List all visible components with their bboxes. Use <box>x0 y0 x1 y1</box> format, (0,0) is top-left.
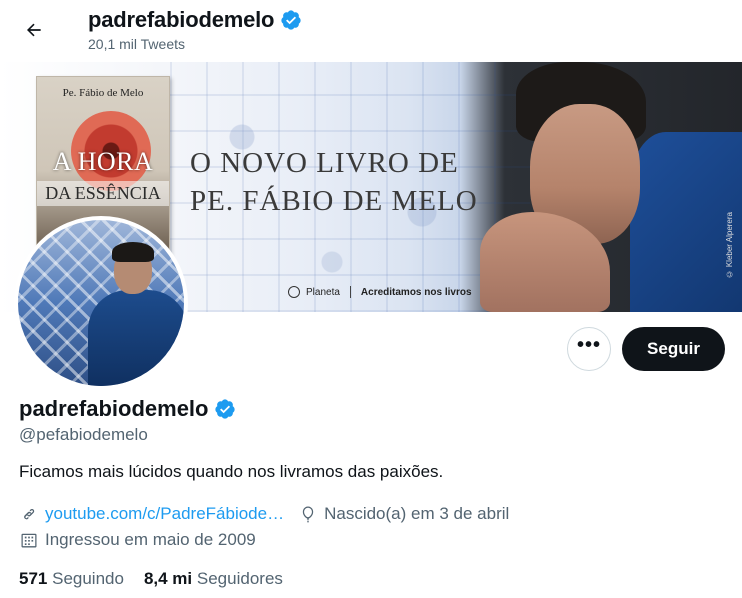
joined-row: Ingressou em maio de 2009 <box>19 530 270 550</box>
follow-counts: 571 Seguindo 8,4 mi Seguidores <box>19 569 303 589</box>
following-count: 571 <box>19 569 48 588</box>
book-subtitle: DA ESSÊNCIA <box>37 181 169 206</box>
profile-bio: Ficamos mais lúcidos quando nos livramos… <box>19 462 444 481</box>
banner-headline-line1: O NOVO LIVRO DE <box>190 147 459 179</box>
book-author: Pe. Fábio de Melo <box>62 87 144 99</box>
avatar-body <box>88 290 184 386</box>
publisher-logo: Planeta Acreditamos nos livros <box>288 286 472 298</box>
birthday-item: Nascido(a) em 3 de abril <box>298 504 509 524</box>
balloon-icon <box>302 506 314 523</box>
banner-headline: O NOVO LIVRO DE PE. FÁBIO DE MELO <box>190 144 478 220</box>
verified-badge-icon <box>281 10 301 30</box>
photo-credit: © Kleber Alperera <box>725 212 734 279</box>
header-title-row: padrefabiodemelo <box>88 7 302 33</box>
globe-icon <box>288 286 300 298</box>
profile-meta-row: youtube.com/c/PadreFábiode… Nascido(a) e… <box>19 504 523 524</box>
tweets-count: 20,1 mil Tweets <box>88 36 186 52</box>
publisher-tagline: Acreditamos nos livros <box>360 286 472 298</box>
followers-label: Seguidores <box>196 569 283 588</box>
banner-portrait <box>480 62 742 312</box>
following-label: Seguindo <box>52 569 124 588</box>
more-icon: ••• <box>576 334 601 356</box>
calendar-icon <box>21 533 37 548</box>
book-title: A HORA <box>52 147 154 176</box>
joined-item: Ingressou em maio de 2009 <box>19 530 256 550</box>
profile-header: padrefabiodemelo 20,1 mil Tweets <box>0 0 742 62</box>
profile-name: padrefabiodemelo <box>19 396 209 421</box>
followers-count: 8,4 mi <box>143 569 193 588</box>
back-button[interactable] <box>16 12 52 48</box>
profile-name-row: padrefabiodemelo <box>19 396 236 422</box>
followers-link[interactable]: 8,4 mi Seguidores <box>144 569 283 589</box>
birthday-text: Nascido(a) em 3 de abril <box>324 504 510 523</box>
verified-badge-icon[interactable] <box>214 398 236 420</box>
more-options-button[interactable]: ••• <box>567 327 611 371</box>
avatar-photo <box>18 220 184 386</box>
header-title: padrefabiodemelo <box>88 7 275 32</box>
avatar-hair <box>112 242 154 262</box>
banner-headline-line2: PE. FÁBIO DE MELO <box>190 185 478 217</box>
link-icon <box>24 508 35 520</box>
arrow-left-icon <box>27 23 41 37</box>
website-link[interactable]: youtube.com/c/PadreFábiode… <box>45 504 284 524</box>
divider <box>349 286 351 298</box>
publisher-name: Planeta <box>306 286 340 298</box>
following-link[interactable]: 571 Seguindo <box>19 569 124 589</box>
avatar[interactable] <box>14 216 188 390</box>
website-item: youtube.com/c/PadreFábiode… <box>19 504 284 524</box>
profile-handle: @pefabiodemelo <box>19 425 148 444</box>
joined-text: Ingressou em maio de 2009 <box>45 530 256 549</box>
follow-button[interactable]: Seguir <box>622 327 725 371</box>
